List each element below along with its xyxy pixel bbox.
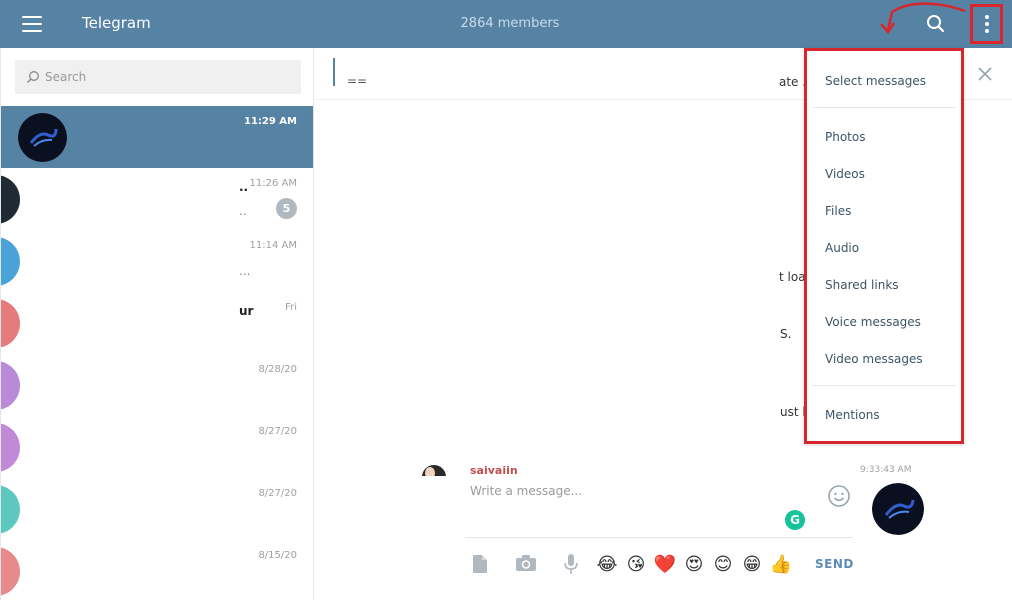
top-header: Telegram 2864 members: [0, 0, 1012, 48]
emoji-thumbs-up-icon[interactable]: 👍: [769, 553, 793, 577]
chat-list-sidebar: 11:29 AM 11:26 AM .. .. 5 11:14 AM ... F…: [0, 48, 314, 600]
chat-time: 11:29 AM: [243, 116, 297, 127]
menu-item-mentions[interactable]: Mentions: [825, 408, 880, 422]
close-icon[interactable]: [975, 64, 995, 84]
chat-time: 11:14 AM: [249, 240, 297, 251]
search-field[interactable]: [15, 60, 301, 94]
menu-item-video-messages[interactable]: Video messages: [825, 352, 923, 366]
chat-time: 8/27/20: [258, 488, 297, 499]
app-title: Telegram: [82, 14, 151, 32]
message-avatar: [418, 462, 450, 476]
pinned-indicator: [333, 58, 335, 86]
chat-list-item[interactable]: 8/27/20: [1, 416, 313, 478]
chat-avatar: [1, 547, 20, 596]
chat-time: 11:26 AM: [249, 178, 297, 189]
chat-avatar: [18, 113, 67, 162]
grammarly-icon[interactable]: G: [785, 510, 805, 530]
chat-avatar: [1, 485, 20, 534]
chat-avatar: [1, 299, 20, 348]
search-input[interactable]: [45, 60, 295, 94]
chat-snippet: ..: [239, 204, 247, 218]
emoji-kiss-icon[interactable]: 😘: [624, 553, 648, 577]
chat-list-item[interactable]: Fri ur: [1, 292, 313, 354]
chat-avatar: [1, 237, 20, 286]
chat-snippet: ..: [239, 180, 249, 194]
menu-hamburger-icon[interactable]: [22, 16, 42, 32]
unread-badge: 5: [276, 198, 297, 219]
chat-list-item[interactable]: 11:29 AM: [1, 106, 313, 168]
menu-item-files[interactable]: Files: [825, 204, 851, 218]
emoji-picker-icon[interactable]: [827, 484, 851, 508]
send-button[interactable]: SEND: [815, 557, 854, 571]
menu-divider: [812, 107, 956, 108]
message-composer: G: [465, 478, 853, 538]
more-options-icon[interactable]: [970, 4, 1003, 44]
message-input[interactable]: [470, 484, 810, 524]
emoji-heart-eyes-icon[interactable]: 😍: [682, 553, 706, 577]
menu-item-audio[interactable]: Audio: [825, 241, 859, 255]
chat-options-menu: Select messages Photos Videos Files Audi…: [804, 48, 964, 444]
members-count[interactable]: 2864 members: [440, 16, 580, 31]
camera-icon[interactable]: [514, 553, 538, 577]
menu-item-shared-links[interactable]: Shared links: [825, 278, 899, 292]
chat-avatar: [1, 175, 20, 224]
message-fragment: t loa: [779, 270, 806, 284]
emoji-joy-icon[interactable]: 😂: [595, 553, 619, 577]
message-time: 9:33:43 AM: [860, 465, 912, 475]
chat-snippet: ...: [239, 264, 251, 278]
emoji-grin-icon[interactable]: 😁: [740, 553, 764, 577]
chat-time: 8/27/20: [258, 426, 297, 437]
emoji-smile-icon[interactable]: 😊: [711, 553, 735, 577]
chat-time: Fri: [285, 302, 297, 313]
chat-list-item[interactable]: 8/27/20: [1, 478, 313, 540]
menu-item-photos[interactable]: Photos: [825, 130, 865, 144]
annotation-arrow-icon: [880, 2, 966, 35]
chat-avatar: [1, 361, 20, 410]
menu-divider: [812, 385, 956, 386]
attach-file-icon[interactable]: [468, 553, 492, 577]
menu-item-voice-messages[interactable]: Voice messages: [825, 315, 921, 329]
menu-item-videos[interactable]: Videos: [825, 167, 865, 181]
chat-list-item[interactable]: 8/15/20: [1, 540, 313, 600]
self-avatar: [872, 483, 924, 535]
chat-list-item[interactable]: 11:14 AM ...: [1, 230, 313, 292]
chat-time: 8/15/20: [258, 550, 297, 561]
emoji-heart-icon[interactable]: ❤️: [653, 553, 677, 577]
chat-time: 8/28/20: [258, 364, 297, 375]
chat-snippet: ur: [239, 304, 254, 318]
chat-list-item[interactable]: 11:26 AM .. .. 5: [1, 168, 313, 230]
chat-list-item[interactable]: 8/28/20: [1, 354, 313, 416]
message-author[interactable]: saiyajin: [470, 464, 518, 474]
chat-avatar: [1, 423, 20, 472]
search-field-icon: [27, 71, 39, 83]
menu-item-select-messages[interactable]: Select messages: [825, 74, 926, 88]
microphone-icon[interactable]: [559, 553, 583, 577]
message-fragment: S.: [780, 327, 792, 341]
pinned-text: ==: [347, 74, 368, 88]
message-fragment: ust l: [780, 405, 806, 419]
